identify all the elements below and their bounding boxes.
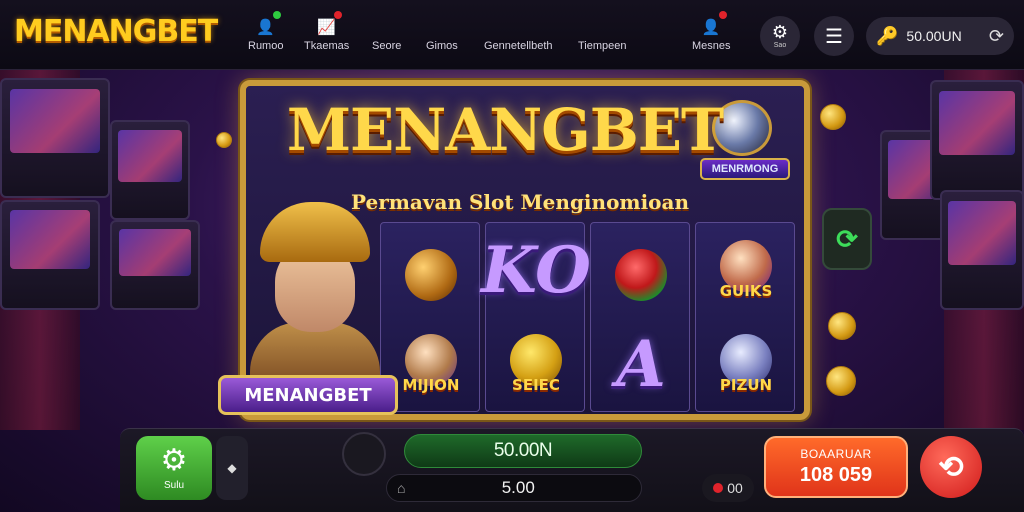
arcade-cabinet xyxy=(110,120,190,220)
nav-item-tkaemas[interactable]: 📈 Tkaemas xyxy=(304,11,349,52)
bet-display[interactable]: ⌂ 5.00 xyxy=(386,474,642,502)
reel-symbol: GUIKS xyxy=(702,229,790,311)
refresh-side-button[interactable]: ⟳ xyxy=(822,208,872,270)
gem-ring-icon xyxy=(615,249,667,301)
golden-orb-icon xyxy=(405,249,457,301)
coin xyxy=(828,312,856,340)
arcade-cabinet xyxy=(930,80,1024,200)
top-bar: MENANGBET 👤 Rumoo 📈 Tkaemas Seore Gimos … xyxy=(0,0,1024,70)
user-alert-icon: 👤 xyxy=(701,19,721,36)
arcade-cabinet xyxy=(0,78,110,198)
list-icon: ☰ xyxy=(825,25,843,48)
nav-item-mesnes[interactable]: 👤 Mesnes xyxy=(692,11,731,52)
spin-button[interactable]: ⟲ xyxy=(920,436,982,498)
balance-value: 50.00UN xyxy=(906,28,962,44)
nav-item-gennetellbeth[interactable]: Gennetellbeth xyxy=(484,14,553,52)
refresh-icon[interactable]: ⟳ xyxy=(989,26,1004,47)
counter-pill: 00 xyxy=(702,474,754,502)
user-plus-icon: 👤 xyxy=(256,19,276,36)
options-toggle[interactable]: ◆ xyxy=(216,436,248,500)
gear-icon: ⚙ xyxy=(160,443,188,477)
nav-item-gimos[interactable]: Gimos xyxy=(426,14,458,52)
control-bar: ⚙ Sulu ◆ 50.00N ⌂ 5.00 00 BOAARUAR 108 0… xyxy=(120,428,1024,512)
game-screen: MENRMONG MENANGBET Permavan Slot Mengino… xyxy=(0,0,1024,512)
game-subtitle: Permavan Slot Menginomioan xyxy=(350,190,690,214)
reel-symbol xyxy=(387,229,475,311)
home-icon[interactable]: ⌂ xyxy=(397,480,405,496)
menu-button[interactable]: ☰ xyxy=(814,16,854,56)
reel-symbol: MIJION xyxy=(387,323,475,405)
reel-symbol: KO xyxy=(481,232,591,308)
arcade-cabinet xyxy=(0,200,100,310)
win-display: 50.00N xyxy=(404,434,642,468)
reel-symbol xyxy=(597,229,685,311)
arcade-cabinet xyxy=(940,190,1024,310)
reel-grid: MIJION KO SEIEC A GUIKS PIZUN xyxy=(380,222,800,412)
nav-item-tiempeen[interactable]: Tiempeen xyxy=(578,14,627,52)
red-dot-icon xyxy=(713,483,724,493)
balance-field[interactable]: 🔑 50.00UN ⟳ xyxy=(866,17,1014,55)
total-button[interactable]: BOAARUAR 108 059 xyxy=(764,436,908,498)
reel-column: KO SEIEC xyxy=(481,222,591,412)
reel-symbol: PIZUN xyxy=(702,323,790,405)
reel-symbol: SEIEC xyxy=(492,323,580,405)
nav-item-rumoo[interactable]: 👤 Rumoo xyxy=(248,11,283,52)
key-icon: 🔑 xyxy=(876,25,899,46)
reel-column: GUIKS PIZUN xyxy=(695,222,795,412)
diamond-icon: ◆ xyxy=(227,461,237,475)
nav-item-seore[interactable]: Seore xyxy=(372,14,401,52)
round-control-button[interactable] xyxy=(342,432,386,476)
gear-icon: ⚙ xyxy=(771,22,789,42)
coin xyxy=(216,132,232,148)
reel-column: A xyxy=(590,222,690,412)
hero-name-tag: MENANGBET xyxy=(218,375,398,415)
coin xyxy=(826,366,856,396)
coin xyxy=(820,104,846,130)
total-label: BOAARUAR xyxy=(800,447,872,461)
brand-logo[interactable]: MENANGBET xyxy=(14,14,218,49)
settings-button[interactable]: ⚙ Sao xyxy=(760,16,800,56)
chart-icon: 📈 xyxy=(317,19,336,36)
reel-symbol: A xyxy=(616,326,666,402)
total-value: 108 059 xyxy=(799,464,873,486)
search-icon: ⟲ xyxy=(938,450,964,484)
auto-spin-button[interactable]: ⚙ Sulu xyxy=(136,436,212,500)
cycle-icon: ⟳ xyxy=(836,223,858,254)
game-title: MENANGBET xyxy=(286,96,724,164)
hero-character xyxy=(250,202,380,402)
arcade-cabinet xyxy=(110,220,200,310)
